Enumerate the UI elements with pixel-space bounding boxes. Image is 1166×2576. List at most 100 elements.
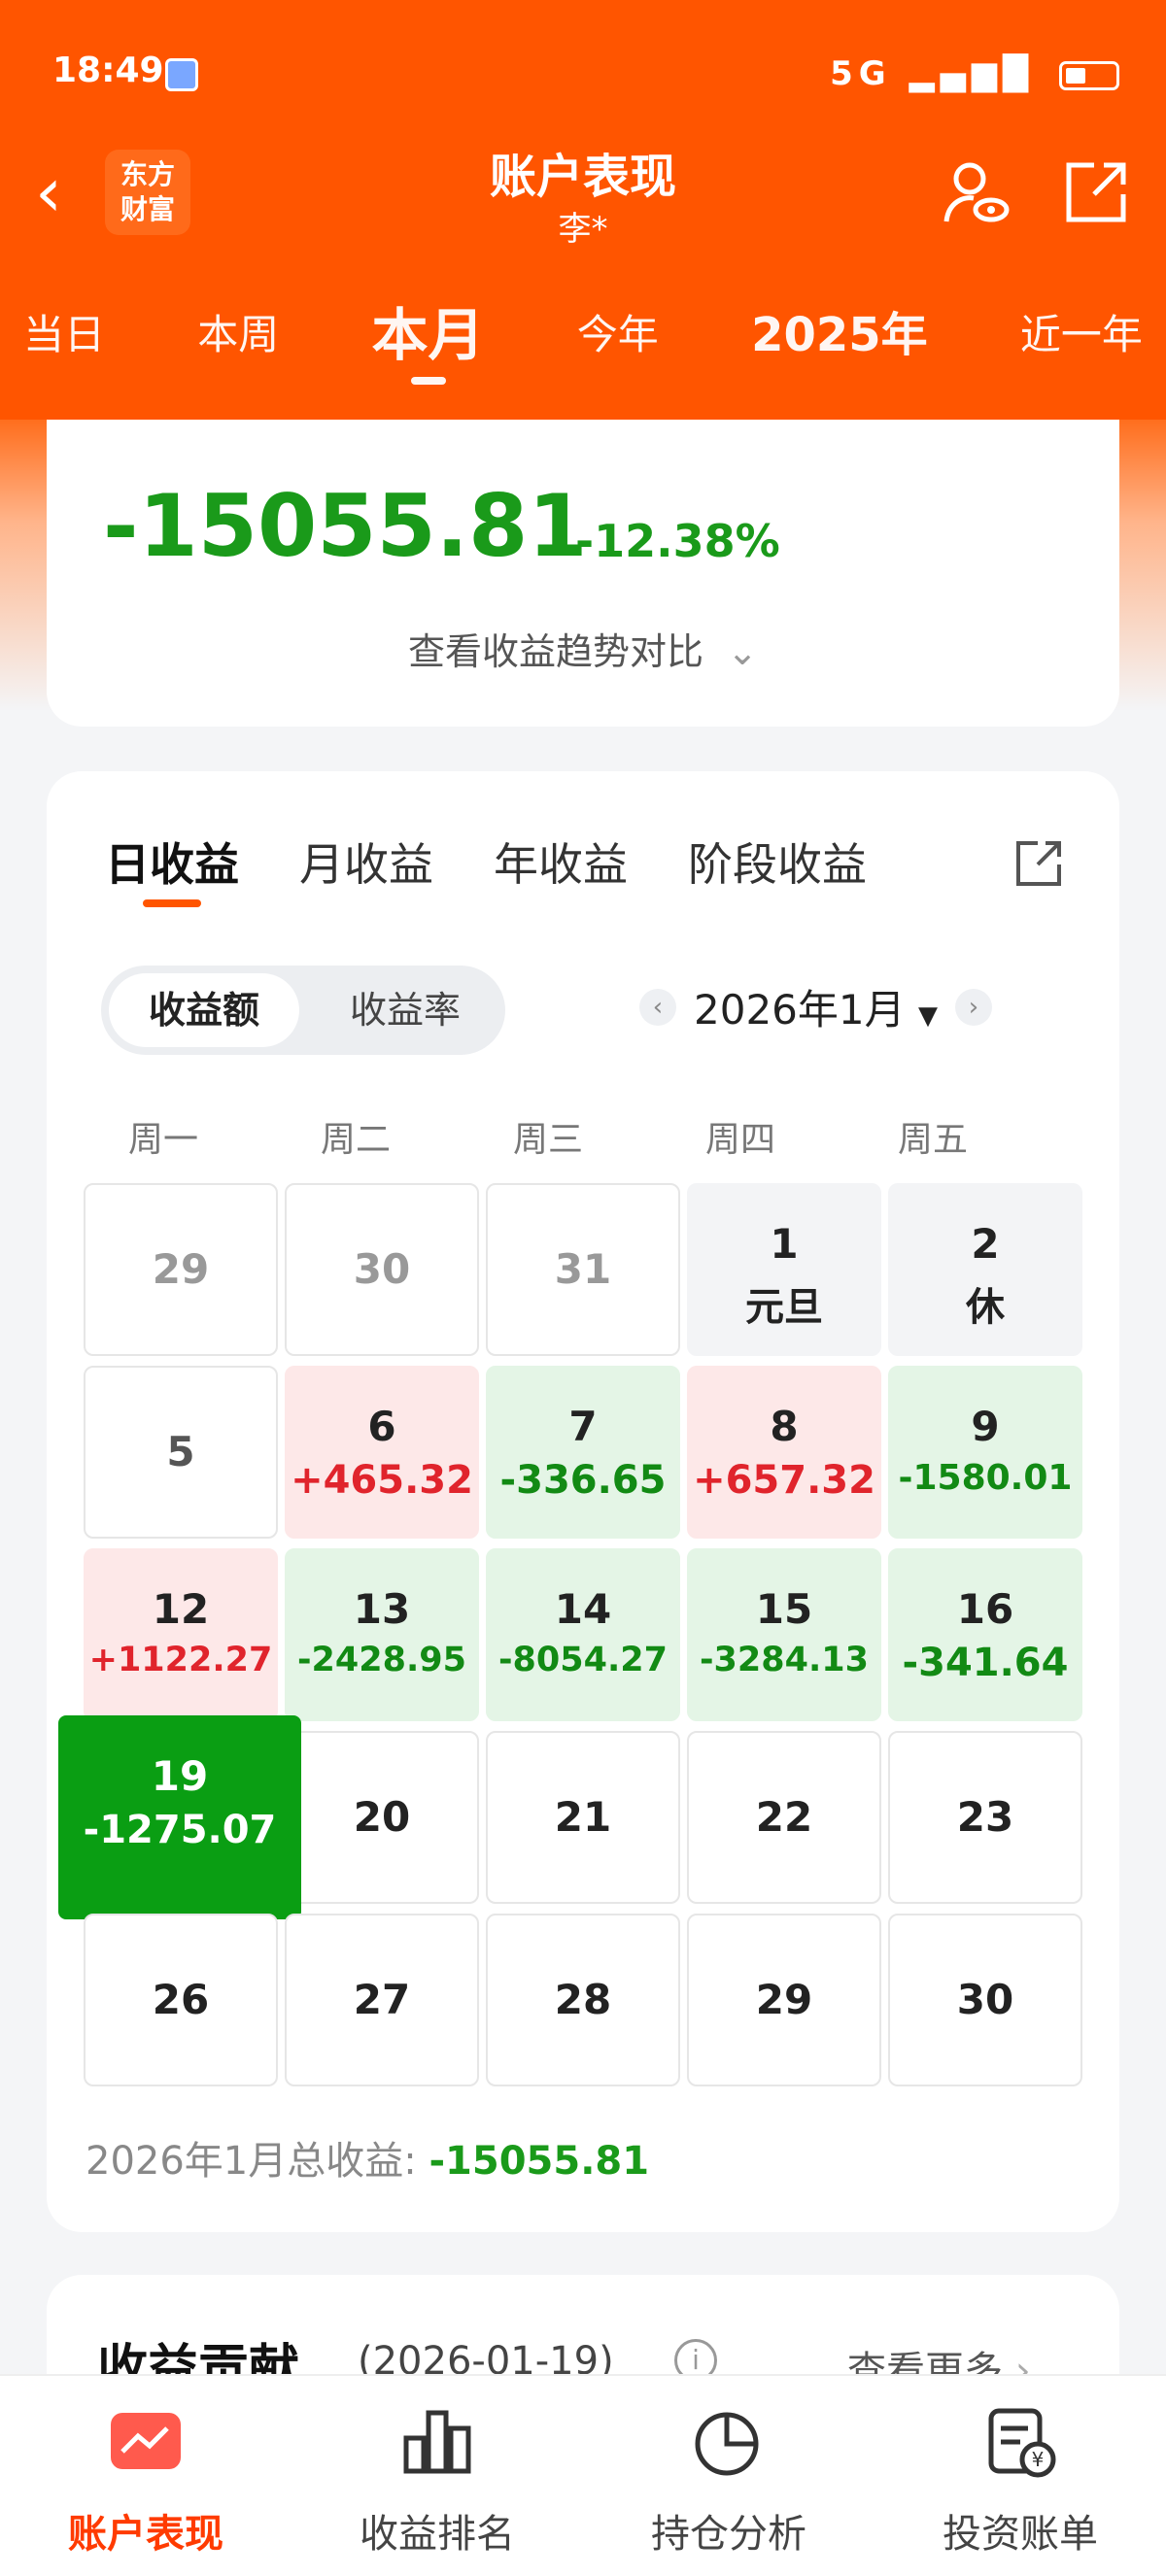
calendar-cell[interactable]: 7 -336.65	[486, 1366, 680, 1539]
caret-down-icon: ▼	[917, 1001, 938, 1031]
nav-holding-analysis[interactable]: 持仓分析	[583, 2376, 874, 2576]
calendar-cell[interactable]: 28	[486, 1914, 680, 2086]
signal-icon: ▂▄▆█	[909, 54, 1035, 93]
cell-day: 12	[152, 1585, 210, 1633]
calendar-cell[interactable]: 29	[84, 1183, 278, 1356]
cell-day: 26	[152, 1976, 210, 2023]
weekday-label: 周三	[512, 1120, 583, 1160]
calendar-cell[interactable]: 29	[687, 1914, 881, 2086]
nav-account-performance[interactable]: 账户表现	[0, 2376, 292, 2576]
bar-chart-icon	[403, 2410, 471, 2474]
tab-this-month[interactable]: 本月	[372, 291, 485, 389]
cell-day: 19	[151, 1752, 209, 1800]
cell-day: 23	[956, 1793, 1014, 1841]
calendar-cell[interactable]: 30	[888, 1914, 1082, 2086]
tab-this-week[interactable]: 本周	[197, 291, 279, 389]
cell-day: 21	[554, 1793, 612, 1841]
calendar-cell[interactable]: 21	[486, 1731, 680, 1904]
holiday-label: 休	[966, 1285, 1005, 1330]
tab-daily-profit[interactable]: 日收益	[105, 830, 239, 907]
cell-profit: +1122.27	[88, 1641, 273, 1679]
account-name: 李*	[558, 210, 608, 249]
cell-profit: +657.32	[693, 1458, 875, 1503]
calendar-cell[interactable]: 1 元旦	[687, 1183, 881, 1356]
calendar-cell[interactable]: 23	[888, 1731, 1082, 1904]
bill-icon: ¥	[988, 2408, 1056, 2478]
calendar-cell[interactable]: 30	[285, 1183, 479, 1356]
prev-month-button[interactable]: ‹	[639, 988, 676, 1026]
calendar-cell[interactable]: 26	[84, 1914, 278, 2086]
pie-chart-icon	[695, 2412, 759, 2476]
calendar-cell[interactable]: 15 -3284.13	[687, 1548, 881, 1721]
toggle-rate[interactable]: 收益率	[315, 973, 496, 1047]
tab-monthly-profit[interactable]: 月收益	[299, 830, 433, 894]
nav-profit-ranking[interactable]: 收益排名	[292, 2376, 583, 2576]
tab-today[interactable]: 当日	[23, 291, 105, 389]
cell-day: 28	[554, 1976, 612, 2023]
month-label: 2026年1月	[694, 986, 906, 1034]
cell-day: 7	[568, 1403, 598, 1450]
tab-this-year[interactable]: 今年	[577, 291, 659, 389]
nav-investment-bill[interactable]: ¥ 投资账单	[874, 2376, 1166, 2576]
cell-profit: -2428.95	[297, 1641, 466, 1679]
calendar-cell[interactable]: 27	[285, 1914, 479, 2086]
cell-day: 5	[166, 1428, 195, 1475]
tab-last-year[interactable]: 近一年	[1020, 291, 1143, 389]
month-select[interactable]: 2026年1月 ▼	[694, 977, 938, 1036]
export-icon[interactable]	[1012, 835, 1067, 890]
tab-yearly-profit[interactable]: 年收益	[494, 830, 628, 894]
status-icons: 5G ▂▄▆█	[830, 54, 1119, 93]
month-navigator: ‹ 2026年1月 ▼ ›	[639, 977, 992, 1036]
cell-day: 9	[971, 1403, 1000, 1450]
weekday-label: 周一	[127, 1120, 198, 1160]
chevron-down-icon: ⌄	[727, 630, 758, 673]
calendar-cell[interactable]: 22	[687, 1731, 881, 1904]
calendar-cell[interactable]: 13 -2428.95	[285, 1548, 479, 1721]
cell-day: 8	[770, 1403, 799, 1450]
nav-label: 投资账单	[943, 2512, 1098, 2557]
trend-compare-link[interactable]: 查看收益趋势对比 ⌄	[47, 622, 1119, 675]
calendar-cell[interactable]: 14 -8054.27	[486, 1548, 680, 1721]
next-month-button[interactable]: ›	[954, 988, 992, 1026]
nav-label: 账户表现	[68, 2512, 223, 2557]
tab-stage-profit[interactable]: 阶段收益	[688, 830, 867, 894]
calendar-cell[interactable]: 31	[486, 1183, 680, 1356]
cell-profit: -1275.07	[83, 1808, 277, 1852]
profit-tabs: 日收益 月收益 年收益 阶段收益	[105, 830, 927, 907]
app-header: 18:49 5G ▂▄▆█ ‹ 东方 财富 账户表现 李* 当日 本周 本月 今…	[0, 0, 1166, 420]
weekday-label: 周四	[704, 1120, 775, 1160]
calendar-cell[interactable]: 5	[84, 1366, 278, 1539]
cell-profit: -3284.13	[700, 1641, 869, 1679]
cell-day: 6	[367, 1403, 396, 1450]
share-icon[interactable]	[1061, 157, 1131, 227]
bottom-nav: 账户表现 收益排名 持仓分析 ¥ 投资账单	[0, 2374, 1166, 2576]
network-label: 5G	[830, 54, 892, 93]
month-total-label: 2026年1月总收益:	[86, 2139, 417, 2184]
calendar-cell[interactable]: 12 +1122.27	[84, 1548, 278, 1721]
cell-day: 13	[353, 1585, 411, 1633]
calendar-cell[interactable]: 20	[285, 1731, 479, 1904]
cell-day: 27	[353, 1976, 411, 2023]
cell-day: 30	[956, 1976, 1014, 2023]
calendar-cell[interactable]: 9 -1580.01	[888, 1366, 1082, 1539]
cell-day: 16	[956, 1585, 1014, 1633]
calendar-cell[interactable]: 16 -341.64	[888, 1548, 1082, 1721]
trend-compare-label: 查看收益趋势对比	[408, 630, 704, 673]
calendar-cell[interactable]: 6 +465.32	[285, 1366, 479, 1539]
tab-2025[interactable]: 2025年	[751, 291, 928, 389]
calendar-cell[interactable]: 2休	[888, 1183, 1082, 1356]
cell-profit: -1580.01	[898, 1458, 1073, 1498]
cell-day: 30	[353, 1245, 411, 1293]
back-button[interactable]: ‹	[35, 155, 93, 229]
profit-percent: -12.38%	[575, 515, 780, 567]
period-tabs: 当日 本周 本月 今年 2025年 近一年	[0, 291, 1166, 389]
toggle-amount[interactable]: 收益额	[109, 973, 299, 1047]
nav-label: 收益排名	[360, 2512, 515, 2557]
calendar-cell-selected[interactable]: 19 -1275.07	[58, 1715, 301, 1919]
month-total-value: -15055.81	[429, 2139, 650, 2184]
calendar-cell[interactable]: 8 +657.32	[687, 1366, 881, 1539]
cell-day: 22	[755, 1793, 813, 1841]
logo-line1: 东方	[120, 158, 175, 190]
user-eye-icon[interactable]	[941, 157, 1011, 227]
total-profit: -15055.81	[103, 476, 588, 576]
